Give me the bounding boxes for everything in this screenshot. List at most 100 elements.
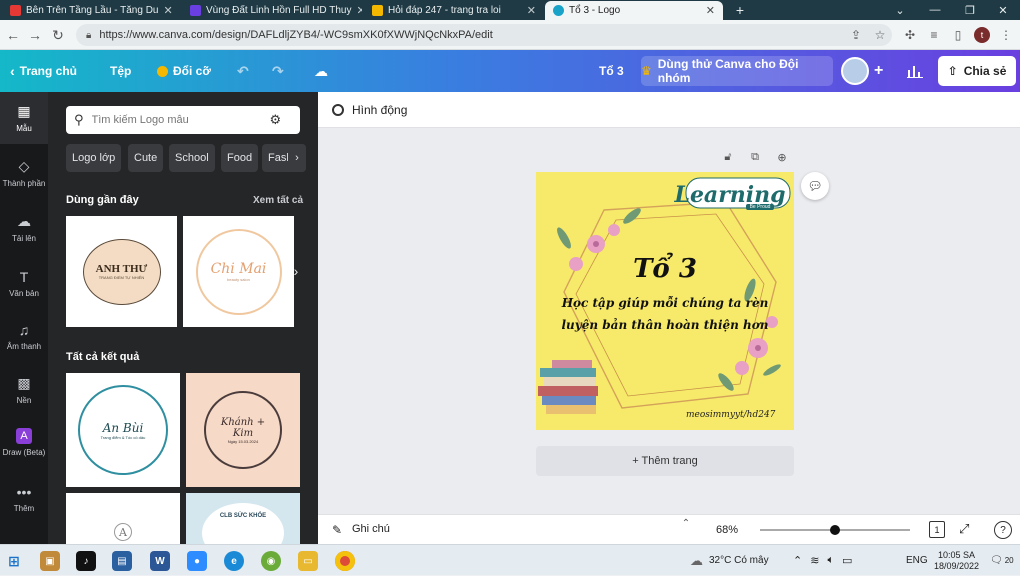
- filter-icon[interactable]: ⚙: [270, 112, 282, 128]
- recent-next-icon[interactable]: ›: [288, 258, 304, 284]
- url-field[interactable]: 🔒︎ https://www.canva.com/design/DAFLdljZ…: [76, 24, 892, 46]
- rail-item-uploads[interactable]: ☁︎ Tải lên: [0, 202, 48, 254]
- insights-chart-icon[interactable]: [907, 50, 923, 92]
- chip-food[interactable]: Food: [221, 144, 259, 172]
- help-icon[interactable]: ?: [994, 521, 1012, 539]
- design-signature[interactable]: meosimmyyt/hd247: [686, 410, 775, 420]
- design-title-text[interactable]: Tổ 3: [536, 254, 794, 284]
- add-page-icon[interactable]: ⊕: [775, 150, 789, 164]
- see-all-link[interactable]: Xem tất cả: [253, 195, 303, 206]
- page-count-button[interactable]: 1: [929, 521, 945, 538]
- forward-icon[interactable]: →: [26, 26, 44, 44]
- duplicate-page-icon[interactable]: ⧉: [748, 150, 762, 164]
- animate-icon[interactable]: [332, 103, 344, 116]
- word-icon[interactable]: W: [150, 551, 170, 571]
- language-indicator[interactable]: ENG: [906, 545, 928, 576]
- undo-icon[interactable]: ↶: [237, 50, 249, 92]
- zoom-app-icon[interactable]: ●: [187, 551, 207, 571]
- design-line-1[interactable]: Học tập giúp mỗi chúng ta rèn: [536, 296, 794, 310]
- browser-tab-active[interactable]: Tổ 3 - Logo ✕: [545, 1, 723, 20]
- profile-avatar[interactable]: t: [974, 27, 990, 43]
- reload-icon[interactable]: ↻: [49, 26, 67, 44]
- minimize-icon[interactable]: —: [920, 0, 950, 20]
- cloud-save-icon[interactable]: ☁︎: [314, 50, 328, 92]
- search-input[interactable]: [91, 114, 262, 126]
- animate-button[interactable]: Hình động: [352, 103, 407, 117]
- media-app-icon[interactable]: ▤: [112, 551, 132, 571]
- result-template[interactable]: Khánh + Kim Ngày 15.03.2024: [186, 373, 300, 487]
- tiktok-icon[interactable]: ♪: [76, 551, 96, 571]
- reading-list-icon[interactable]: ≡: [926, 27, 942, 43]
- bookmark-star-icon[interactable]: ☆: [872, 27, 888, 43]
- fullscreen-icon[interactable]: ⤢: [959, 521, 969, 537]
- home-button[interactable]: ‹ Trang chủ: [10, 50, 77, 92]
- design-line-2[interactable]: luyện bản thân hoàn thiện hơn: [536, 318, 794, 332]
- new-tab-button[interactable]: +: [725, 0, 755, 20]
- chip-label: Logo lớp: [72, 152, 116, 164]
- recent-template[interactable]: ANH THƯ TRANG ĐIỂM TỰ NHIÊN: [66, 216, 177, 327]
- back-icon[interactable]: ←: [4, 26, 22, 44]
- browser-tab[interactable]: Hỏi đáp 247 - trang tra loi ✕: [364, 1, 544, 20]
- speaker-icon[interactable]: 🔈︎: [827, 554, 834, 567]
- rail-item-audio[interactable]: ♫ Âm thanh: [0, 310, 48, 362]
- close-icon[interactable]: ✕: [164, 4, 173, 17]
- coccoc-icon[interactable]: ◉: [261, 551, 281, 571]
- extensions-icon[interactable]: ✣: [902, 27, 918, 43]
- add-people-icon[interactable]: +: [874, 50, 883, 92]
- close-window-icon[interactable]: ✕: [988, 0, 1018, 20]
- redo-icon[interactable]: ↷: [272, 50, 284, 92]
- share-button[interactable]: ⇧ Chia sẻ: [938, 56, 1016, 86]
- scroll-up-icon[interactable]: ⌃: [672, 518, 700, 529]
- result-template[interactable]: An Bùi Trang điểm & Tóc cô dâu: [66, 373, 180, 487]
- windows-start-icon[interactable]: ⊞: [4, 551, 24, 571]
- resize-button[interactable]: Đổi cỡ: [157, 50, 211, 92]
- clock[interactable]: 10:05 SA 18/09/2022: [934, 545, 979, 576]
- chips-next-icon[interactable]: ›: [288, 144, 306, 172]
- result-template[interactable]: A: [66, 493, 180, 544]
- lock-icon[interactable]: 🔓︎: [721, 150, 735, 164]
- collaborator-avatar[interactable]: [841, 50, 869, 92]
- chevron-up-icon[interactable]: ⌃: [793, 554, 802, 567]
- browser-menu-icon[interactable]: ⋮: [998, 27, 1014, 43]
- battery-icon[interactable]: ▭: [842, 554, 852, 567]
- template-search[interactable]: ⚲ ⚙: [66, 106, 300, 134]
- design-page[interactable]: Learning Be Proud Tổ 3 Học tập giúp mỗi …: [536, 172, 794, 430]
- chip-school[interactable]: School: [169, 144, 215, 172]
- chrome-icon[interactable]: [335, 551, 355, 571]
- close-icon[interactable]: ✕: [706, 4, 715, 17]
- rail-item-more[interactable]: ••• Thêm: [0, 472, 48, 524]
- weather-widget[interactable]: ☁︎ 32°C Có mây: [690, 545, 769, 576]
- restore-icon[interactable]: ❐: [955, 0, 985, 20]
- rail-item-templates[interactable]: ▦ Mẫu: [0, 92, 48, 144]
- try-teams-button[interactable]: ♛ Dùng thử Canva cho Đội nhóm: [641, 56, 833, 86]
- edge-icon[interactable]: e: [224, 551, 244, 571]
- rail-item-draw[interactable]: A Draw (Beta): [0, 416, 48, 468]
- rail-item-text[interactable]: T Văn bản: [0, 257, 48, 309]
- zoom-slider-handle[interactable]: [830, 525, 840, 535]
- share-page-icon[interactable]: ⇪: [848, 27, 864, 43]
- notifications-button[interactable]: 🗨︎ 20: [990, 545, 1014, 576]
- chip-cute[interactable]: Cute: [128, 144, 164, 172]
- zoom-level[interactable]: 68%: [716, 524, 738, 536]
- add-page-button[interactable]: + Thêm trang: [536, 446, 794, 476]
- close-icon[interactable]: ✕: [356, 4, 362, 17]
- notes-icon[interactable]: ✎: [332, 523, 342, 537]
- rail-item-elements[interactable]: ◇ Thành phần: [0, 147, 48, 199]
- design-title[interactable]: Tổ 3: [599, 50, 624, 92]
- chip-logo-lop[interactable]: Logo lớp: [66, 144, 122, 172]
- recent-template[interactable]: Chi Mai beauty salon: [183, 216, 294, 327]
- file-explorer-icon[interactable]: ▭: [298, 551, 318, 571]
- notes-button[interactable]: Ghi chú: [352, 523, 390, 535]
- store-icon[interactable]: ▣: [40, 551, 60, 571]
- add-comment-icon[interactable]: 💬︎: [801, 172, 829, 200]
- file-menu-button[interactable]: Tệp: [110, 50, 131, 92]
- close-icon[interactable]: ✕: [527, 4, 536, 17]
- browser-tab[interactable]: Vùng Đất Linh Hồn Full HD Thuy ✕: [182, 1, 362, 20]
- tab-search-icon[interactable]: ⌄: [885, 0, 915, 20]
- result-template[interactable]: CLB SỨC KHỎE: [186, 493, 300, 544]
- browser-tab[interactable]: Bên Trên Tầng Lầu - Tăng Du ✕: [2, 1, 180, 20]
- tab-title: Bên Trên Tầng Lầu - Tăng Du: [26, 5, 159, 16]
- side-panel-icon[interactable]: ▯: [950, 27, 966, 43]
- wifi-icon[interactable]: ≋: [810, 554, 819, 567]
- rail-item-background[interactable]: ▩ Nền: [0, 364, 48, 416]
